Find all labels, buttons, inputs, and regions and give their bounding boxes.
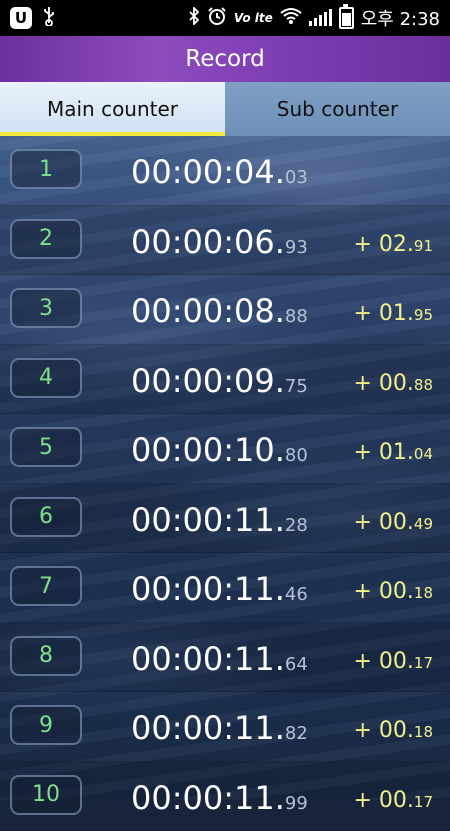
- page-title: Record: [185, 46, 264, 72]
- lap-delta-fraction: 95: [414, 306, 433, 324]
- lap-delta: + 02.91: [353, 232, 433, 257]
- lap-time-fraction: 99: [285, 793, 308, 814]
- lap-time-main: 00:00:11.: [131, 779, 285, 817]
- lap-delta: + 00.17: [353, 788, 433, 813]
- lap-delta-fraction: 18: [414, 723, 433, 741]
- lap-index-badge: 8: [10, 636, 82, 676]
- lap-delta-fraction: 88: [414, 376, 433, 394]
- lap-delta-main: + 02.: [353, 232, 413, 257]
- lap-time-main: 00:00:11.: [131, 501, 285, 539]
- lap-time-fraction: 82: [285, 723, 308, 744]
- lap-time: 00:00:11.64: [131, 640, 308, 678]
- record-row[interactable]: 4 00:00:09.75 + 00.88: [0, 345, 450, 415]
- lap-time-fraction: 28: [285, 515, 308, 536]
- lap-index-badge: 3: [10, 288, 82, 328]
- record-row[interactable]: 5 00:00:10.80 + 01.04: [0, 414, 450, 484]
- lap-delta: + 00.18: [353, 718, 433, 743]
- app-notification-icon: U: [10, 7, 32, 29]
- lap-time-fraction: 46: [285, 584, 308, 605]
- lap-time-main: 00:00:11.: [131, 640, 285, 678]
- lap-index-badge: 6: [10, 497, 82, 537]
- lap-delta-fraction: 91: [414, 237, 433, 255]
- usb-icon: [42, 6, 56, 30]
- tab-bar: Main counter Sub counter: [0, 82, 450, 136]
- lap-time: 00:00:06.93: [131, 223, 308, 261]
- signal-icon: [309, 10, 332, 26]
- lap-time-main: 00:00:11.: [131, 570, 285, 608]
- volte-icon: Vo lte: [234, 11, 273, 25]
- record-row[interactable]: 9 00:00:11.82 + 00.18: [0, 692, 450, 762]
- record-row[interactable]: 2 00:00:06.93 + 02.91: [0, 206, 450, 276]
- lap-time: 00:00:11.82: [131, 709, 308, 747]
- status-bar: U Vo lte 오후 2:38: [0, 0, 450, 36]
- record-row[interactable]: 8 00:00:11.64 + 00.17: [0, 623, 450, 693]
- lap-delta-fraction: 49: [414, 515, 433, 533]
- lap-time-main: 00:00:10.: [131, 431, 285, 469]
- lap-time: 00:00:08.88: [131, 292, 308, 330]
- lap-time: 00:00:04.03: [131, 153, 308, 191]
- tab-sub-counter[interactable]: Sub counter: [225, 82, 450, 136]
- lap-time-fraction: 93: [285, 237, 308, 258]
- lap-time-main: 00:00:04.: [131, 153, 285, 191]
- wifi-icon: [280, 7, 302, 29]
- lap-time: 00:00:11.46: [131, 570, 308, 608]
- lap-delta-main: + 01.: [353, 440, 413, 465]
- lap-delta-fraction: 18: [414, 584, 433, 602]
- lap-time: 00:00:11.99: [131, 779, 308, 817]
- clock: 오후 2:38: [361, 5, 440, 31]
- lap-delta: + 01.95: [353, 301, 433, 326]
- lap-delta-main: + 00.: [353, 371, 413, 396]
- lap-time-main: 00:00:11.: [131, 709, 285, 747]
- lap-delta: + 00.88: [353, 371, 433, 396]
- lap-delta-main: + 00.: [353, 579, 413, 604]
- lap-time-main: 00:00:06.: [131, 223, 285, 261]
- lap-time: 00:00:10.80: [131, 431, 308, 469]
- lap-index-badge: 10: [10, 775, 82, 815]
- lap-index-badge: 4: [10, 358, 82, 398]
- lap-delta-fraction: 17: [414, 654, 433, 672]
- lap-index-badge: 7: [10, 566, 82, 606]
- alarm-icon: [207, 6, 227, 30]
- lap-delta-main: + 01.: [353, 301, 413, 326]
- record-list: 1 00:00:04.03 2 00:00:06.93 + 02.91 3 00…: [0, 136, 450, 831]
- lap-time-fraction: 88: [285, 306, 308, 327]
- app-header: Record: [0, 36, 450, 82]
- lap-time: 00:00:11.28: [131, 501, 308, 539]
- lap-time-fraction: 03: [285, 167, 308, 188]
- bluetooth-icon: [188, 7, 200, 29]
- record-row[interactable]: 7 00:00:11.46 + 00.18: [0, 553, 450, 623]
- lap-delta: + 00.17: [353, 649, 433, 674]
- record-row[interactable]: 6 00:00:11.28 + 00.49: [0, 484, 450, 554]
- lap-delta-main: + 00.: [353, 510, 413, 535]
- lap-delta: + 01.04: [353, 440, 433, 465]
- lap-delta-fraction: 17: [414, 793, 433, 811]
- lap-index-badge: 5: [10, 427, 82, 467]
- battery-charging-icon: [339, 7, 354, 29]
- lap-time: 00:00:09.75: [131, 362, 308, 400]
- record-row[interactable]: 1 00:00:04.03: [0, 136, 450, 206]
- lap-time-main: 00:00:09.: [131, 362, 285, 400]
- lap-delta: + 00.18: [353, 579, 433, 604]
- lap-delta: + 00.49: [353, 510, 433, 535]
- lap-index-badge: 1: [10, 149, 82, 189]
- lap-time-main: 00:00:08.: [131, 292, 285, 330]
- tab-main-counter[interactable]: Main counter: [0, 82, 225, 136]
- record-row[interactable]: 3 00:00:08.88 + 01.95: [0, 275, 450, 345]
- lap-delta-main: + 00.: [353, 718, 413, 743]
- lap-index-badge: 2: [10, 219, 82, 259]
- lap-time-fraction: 80: [285, 445, 308, 466]
- record-row[interactable]: 10 00:00:11.99 + 00.17: [0, 762, 450, 831]
- lap-delta-fraction: 04: [414, 445, 433, 463]
- lap-delta-main: + 00.: [353, 788, 413, 813]
- lap-index-badge: 9: [10, 705, 82, 745]
- lap-delta-main: + 00.: [353, 649, 413, 674]
- lap-time-fraction: 75: [285, 376, 308, 397]
- lap-time-fraction: 64: [285, 654, 308, 675]
